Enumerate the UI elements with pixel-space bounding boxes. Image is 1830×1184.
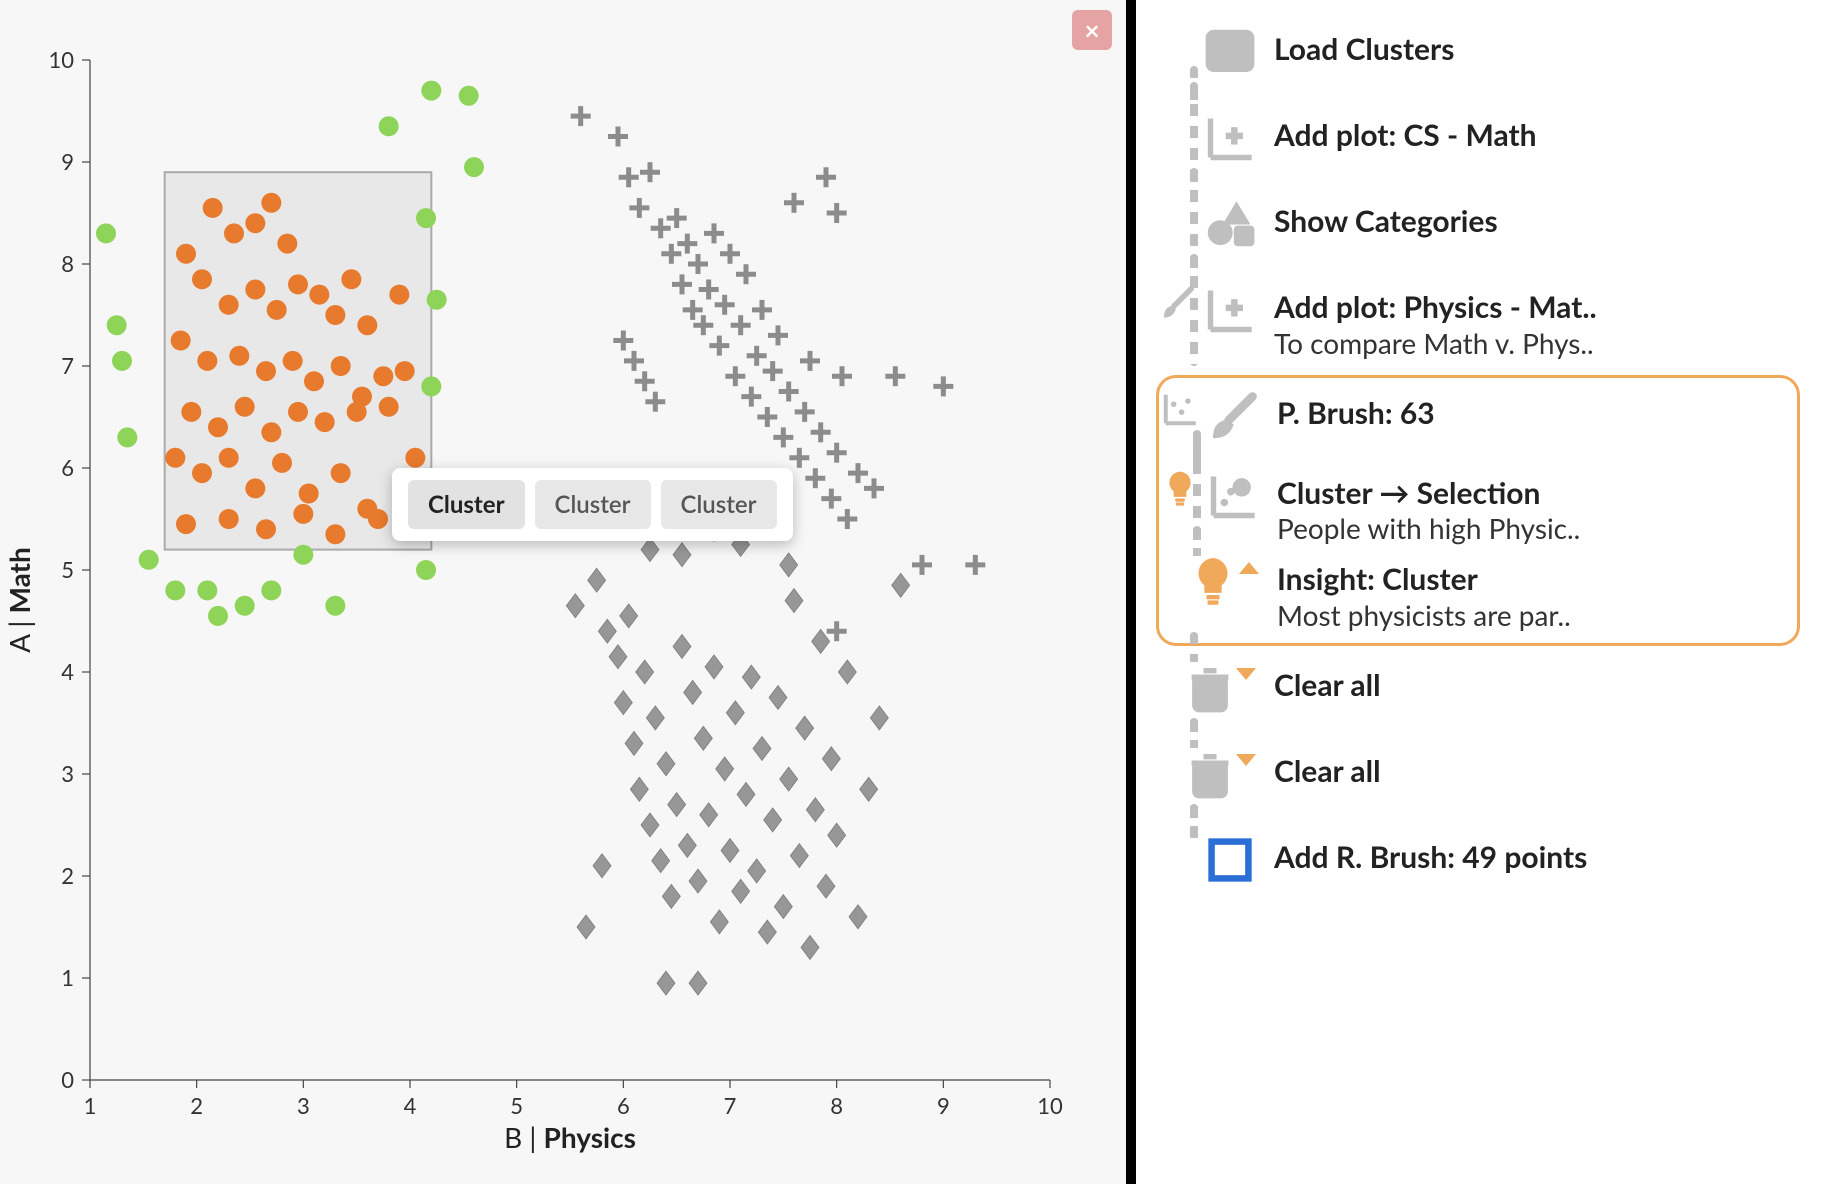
svg-text:2: 2: [61, 862, 74, 889]
prov-subtitle: People with high Physic..: [1277, 512, 1787, 544]
svg-text:3: 3: [61, 760, 74, 787]
svg-text:1: 1: [84, 1092, 97, 1119]
prov-title: Add plot: CS - Math: [1274, 118, 1800, 153]
prov-subtitle: Most physicists are par..: [1277, 599, 1787, 631]
svg-text:9: 9: [61, 148, 74, 175]
prov-item-add-rbrush[interactable]: Add R. Brush: 49 points: [1156, 828, 1800, 908]
scatter-plot-panel: × 012345678910 12345678910 A | Math B | …: [0, 0, 1136, 1184]
svg-text:1: 1: [61, 964, 74, 991]
prov-title: Add plot: Physics - Mat..: [1274, 290, 1800, 325]
trash-icon: [1184, 662, 1236, 714]
cluster-chip-2[interactable]: Cluster: [535, 480, 651, 529]
x-axis-label: B | Physics: [504, 1120, 636, 1154]
prov-item-load-clusters[interactable]: Load Clusters: [1156, 20, 1800, 100]
scatter-axes-icon: [1161, 390, 1199, 428]
svg-text:2: 2: [190, 1092, 203, 1119]
brush-icon: [1158, 284, 1196, 322]
caret-up-icon: [1239, 562, 1259, 574]
svg-text:10: 10: [48, 46, 74, 73]
prov-item-cluster-selection[interactable]: Cluster → Selection People with high Phy…: [1159, 464, 1787, 551]
svg-text:4: 4: [61, 658, 74, 685]
prov-item-show-categories[interactable]: Show Categories: [1156, 192, 1800, 272]
svg-text:7: 7: [724, 1092, 737, 1119]
scatter-plot-svg[interactable]: 012345678910 12345678910 A | Math B | Ph…: [0, 0, 1126, 1184]
prov-title: Clear all: [1274, 668, 1800, 703]
brush-icon: [1207, 390, 1259, 442]
scatter-target-icon: [1207, 470, 1259, 522]
svg-text:8: 8: [61, 250, 74, 277]
provenance-panel: Load Clusters Add plot: CS - Math: [1136, 0, 1830, 1184]
prov-title: Add R. Brush: 49 points: [1274, 840, 1800, 875]
caret-down-icon: [1236, 668, 1256, 680]
y-axis-label: A | Math: [2, 547, 36, 653]
prov-item-clear-1[interactable]: Clear all: [1156, 656, 1800, 736]
prov-title: P. Brush: 63: [1277, 396, 1787, 431]
prov-item-add-plot-cs[interactable]: Add plot: CS - Math: [1156, 106, 1800, 186]
svg-text:3: 3: [297, 1092, 310, 1119]
svg-text:8: 8: [830, 1092, 843, 1119]
cluster-tooltip: Cluster Cluster Cluster: [392, 468, 793, 541]
svg-text:5: 5: [510, 1092, 523, 1119]
svg-text:7: 7: [61, 352, 74, 379]
add-plot-icon: [1204, 112, 1256, 164]
grid-icon: [1204, 26, 1256, 78]
svg-text:5: 5: [61, 556, 74, 583]
svg-text:9: 9: [937, 1092, 950, 1119]
trash-icon: [1184, 748, 1236, 800]
svg-text:4: 4: [404, 1092, 417, 1119]
prov-item-add-plot-phys[interactable]: Add plot: Physics - Mat.. To compare Mat…: [1156, 278, 1800, 365]
prov-highlight-group: P. Brush: 63 Cluster → Selection: [1156, 375, 1800, 646]
provenance-list: Load Clusters Add plot: CS - Math: [1156, 20, 1800, 908]
prov-subtitle: To compare Math v. Phys..: [1274, 327, 1800, 359]
rect-brush-icon: [1204, 834, 1256, 886]
prov-title: Load Clusters: [1274, 32, 1800, 67]
svg-text:6: 6: [61, 454, 74, 481]
prov-title: Insight: Cluster: [1277, 562, 1787, 597]
svg-text:10: 10: [1037, 1092, 1063, 1119]
prov-item-clear-2[interactable]: Clear all: [1156, 742, 1800, 822]
svg-text:0: 0: [61, 1066, 74, 1093]
lightbulb-icon: [1187, 556, 1239, 608]
lightbulb-icon: [1161, 470, 1199, 508]
cluster-chip-1[interactable]: Cluster: [408, 480, 525, 529]
prov-title: Cluster → Selection: [1277, 476, 1787, 511]
caret-down-icon: [1236, 754, 1256, 766]
add-plot-icon: [1204, 284, 1256, 336]
prov-title: Show Categories: [1274, 204, 1800, 239]
svg-text:6: 6: [617, 1092, 630, 1119]
prov-title: Clear all: [1274, 754, 1800, 789]
prov-item-insight[interactable]: Insight: Cluster Most physicists are par…: [1159, 550, 1787, 637]
cluster-chip-3[interactable]: Cluster: [661, 480, 777, 529]
shapes-icon: [1204, 198, 1256, 250]
prov-item-brush[interactable]: P. Brush: 63: [1159, 384, 1787, 464]
